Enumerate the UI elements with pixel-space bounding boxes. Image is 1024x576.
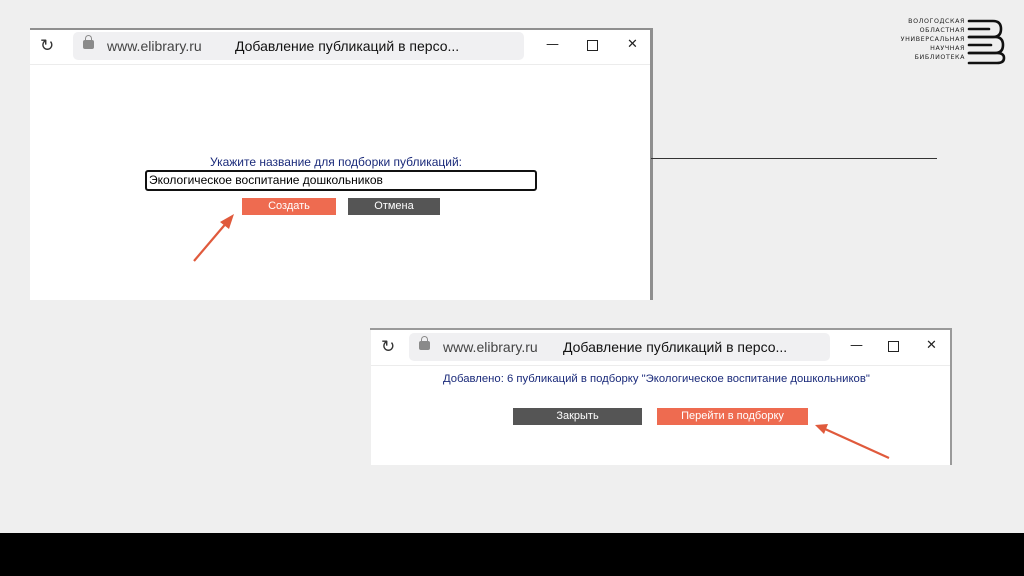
bottom-bar: [0, 533, 1024, 576]
window-border: [30, 28, 653, 30]
lock-icon: [83, 35, 94, 49]
create-button[interactable]: Создать: [242, 198, 336, 215]
logo-line: ВОЛОГОДСКАЯ: [908, 18, 965, 25]
browser-window-create: ↻ www.elibrary.ru Добавление публикаций …: [30, 28, 651, 300]
window-title: Добавление публикаций в персо...: [235, 38, 460, 54]
window-border: [370, 328, 952, 465]
minimize-icon[interactable]: —: [546, 36, 559, 54]
window-border: [650, 28, 653, 300]
divider-line: [651, 158, 937, 159]
collection-name-input[interactable]: Экологическое воспитание дошкольников: [145, 170, 537, 191]
address-bar[interactable]: www.elibrary.ru Добавление публикаций в …: [73, 32, 524, 60]
maximize-icon[interactable]: [587, 40, 598, 51]
window-titlebar: ↻ www.elibrary.ru Добавление публикаций …: [30, 28, 651, 65]
cancel-button[interactable]: Отмена: [348, 198, 440, 215]
reload-icon[interactable]: ↻: [40, 36, 54, 56]
collection-name-prompt: Укажите название для подборки публикаций…: [210, 155, 463, 169]
logo-line: ОБЛАСТНАЯ: [919, 27, 965, 34]
logo-line: БИБЛИОТЕКА: [914, 54, 965, 61]
logo-line: УНИВЕРСАЛЬНАЯ: [900, 36, 965, 43]
library-logo-icon: [967, 19, 1006, 65]
close-icon[interactable]: ✕: [627, 36, 638, 54]
logo-line: НАУЧНАЯ: [930, 45, 965, 52]
url-text: www.elibrary.ru: [107, 38, 202, 54]
library-logo-text: ВОЛОГОДСКАЯ ОБЛАСТНАЯ УНИВЕРСАЛЬНАЯ НАУЧ…: [880, 17, 965, 62]
